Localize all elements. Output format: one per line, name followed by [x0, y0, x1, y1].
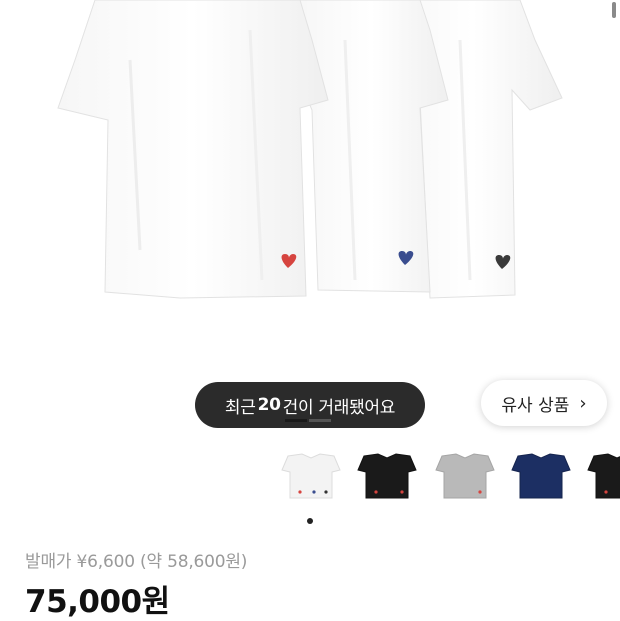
recent-trades-prefix: 최근 [224, 397, 256, 418]
thumbnail-gray[interactable] [434, 450, 496, 504]
chevron-right-icon: › [579, 392, 587, 414]
carousel-indicator [309, 419, 331, 422]
thumbnail-strip [0, 450, 620, 506]
thumbnail-pager-dot [307, 518, 313, 524]
carousel-indicator-active [285, 419, 307, 422]
tshirts-illustration [57, 0, 563, 299]
scrollbar-thumb[interactable] [612, 2, 616, 18]
current-price: 75,000원 [25, 584, 170, 620]
recent-trades-suffix: 건이 거래됐어요 [282, 397, 396, 418]
similar-products-label: 유사 상품 [501, 395, 570, 416]
thumbnail-black-partial[interactable] [586, 450, 620, 504]
product-hero-image[interactable] [0, 0, 620, 425]
thumbnail-navy[interactable] [510, 450, 572, 504]
similar-products-button[interactable]: 유사 상품 › [481, 380, 607, 426]
thumbnail-black[interactable] [356, 450, 418, 504]
release-price: 발매가 ¥6,600 (약 58,600원) [25, 552, 248, 572]
thumbnail-white[interactable] [280, 450, 342, 504]
recent-trades-count: 20 [257, 395, 281, 415]
